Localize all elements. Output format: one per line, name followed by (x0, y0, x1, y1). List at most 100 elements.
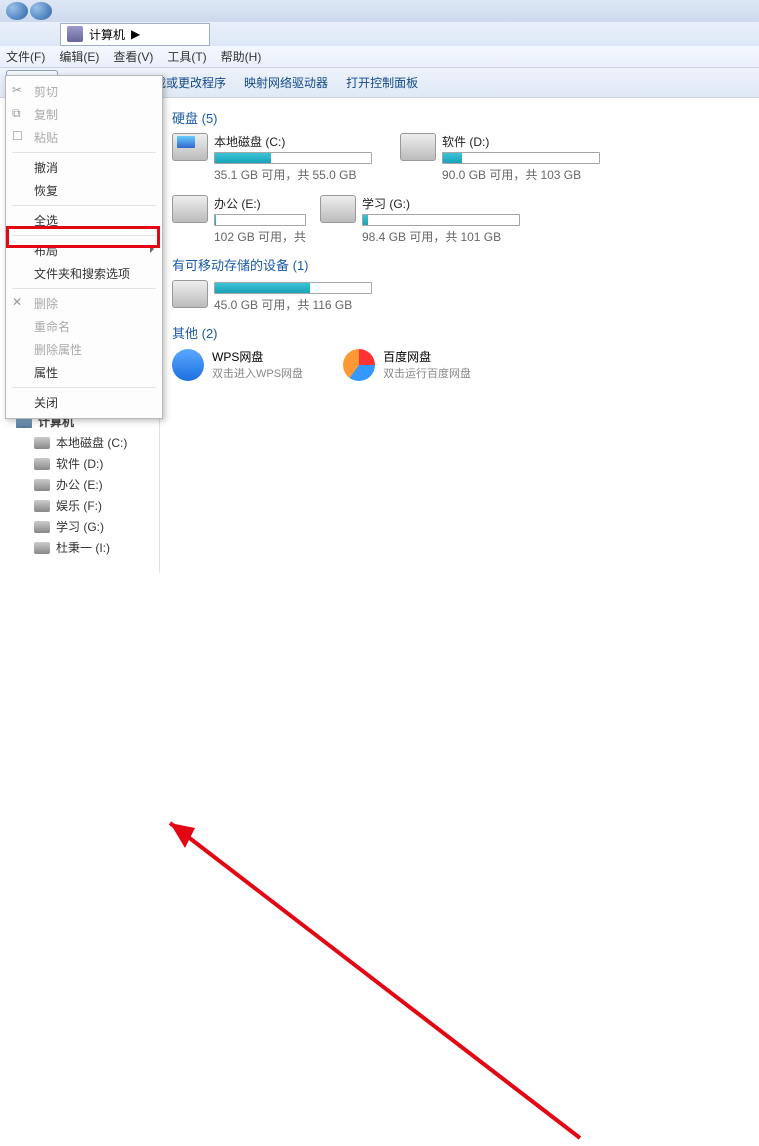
wps-cloud-icon (172, 349, 204, 381)
drive-usage-bar (214, 214, 306, 226)
sidebar-item-label: 办公 (E:) (56, 476, 103, 493)
address-field[interactable]: 计算机 ▶ (60, 23, 210, 46)
sidebar-item-drive-i[interactable]: 杜秉一 (I:) (16, 537, 159, 558)
sidebar-item-label: 本地磁盘 (C:) (56, 434, 127, 451)
other-title: 百度网盘 (383, 348, 471, 365)
menu-item-cut[interactable]: ✂ 剪切 (6, 80, 162, 103)
menu-edit[interactable]: 编辑(E) (59, 48, 99, 65)
menu-help[interactable]: 帮助(H) (221, 48, 262, 65)
other-subtitle: 双击进入WPS网盘 (212, 365, 303, 381)
menu-separator (12, 152, 156, 153)
sidebar-item-drive-f[interactable]: 娱乐 (F:) (16, 495, 159, 516)
menu-item-redo[interactable]: 恢复 (6, 179, 162, 202)
sidebar-item-drive-g[interactable]: 学习 (G:) (16, 516, 159, 537)
drive-subtext: 102 GB 可用，共 (214, 228, 306, 245)
other-subtitle: 双击运行百度网盘 (383, 365, 471, 381)
drive-icon (34, 458, 50, 470)
menu-file[interactable]: 文件(F) (6, 48, 45, 65)
drive-name: 办公 (E:) (214, 195, 306, 212)
menu-separator (12, 235, 156, 236)
menu-item-delete[interactable]: ✕ 删除 (6, 292, 162, 315)
copy-icon: ⧉ (12, 106, 26, 120)
drive-icon (34, 479, 50, 491)
menu-item-copy[interactable]: ⧉ 复制 (6, 103, 162, 126)
annotation-arrow (0, 573, 759, 1146)
drive-name: 本地磁盘 (C:) (214, 133, 372, 150)
delete-icon: ✕ (12, 295, 26, 309)
open-control-panel-link[interactable]: 打开控制面板 (346, 74, 418, 91)
drive-item[interactable]: 办公 (E:) 102 GB 可用，共 (172, 195, 292, 245)
drive-subtext: 35.1 GB 可用，共 55.0 GB (214, 166, 372, 183)
menu-item-paste[interactable]: ☐ 粘贴 (6, 126, 162, 149)
menu-separator (12, 205, 156, 206)
drive-subtext: 45.0 GB 可用，共 116 GB (214, 296, 372, 313)
drive-usage-bar (362, 214, 520, 226)
menu-item-label: 粘贴 (34, 131, 58, 145)
map-network-drive-link[interactable]: 映射网络驱动器 (244, 74, 328, 91)
sidebar-item-label: 学习 (G:) (56, 518, 104, 535)
drive-item[interactable]: 学习 (G:) 98.4 GB 可用，共 101 GB (320, 195, 520, 245)
menu-item-remove-properties[interactable]: 删除属性 (6, 338, 162, 361)
drive-usage-bar (214, 152, 372, 164)
paste-icon: ☐ (12, 129, 26, 143)
drive-name: 软件 (D:) (442, 133, 600, 150)
menu-item-label: 剪切 (34, 85, 58, 99)
address-bar: 计算机 ▶ (0, 22, 759, 46)
menu-separator (12, 288, 156, 289)
drive-item[interactable]: 45.0 GB 可用，共 116 GB (172, 280, 372, 313)
drive-icon (172, 133, 208, 161)
menu-item-label: 复制 (34, 108, 58, 122)
menu-separator (12, 387, 156, 388)
menu-view[interactable]: 查看(V) (113, 48, 153, 65)
drive-icon (172, 280, 208, 308)
window-titlebar (0, 0, 759, 22)
cut-icon: ✂ (12, 83, 26, 97)
menu-item-label: 布局 (34, 244, 58, 258)
drive-icon (34, 500, 50, 512)
menu-item-folder-search-options[interactable]: 文件夹和搜索选项 (6, 262, 162, 285)
other-item-baidu[interactable]: 百度网盘 双击运行百度网盘 (343, 348, 471, 381)
menu-item-undo[interactable]: 撤消 (6, 156, 162, 179)
drive-subtext: 90.0 GB 可用，共 103 GB (442, 166, 600, 183)
menu-item-properties[interactable]: 属性 (6, 361, 162, 384)
section-hdd-title[interactable]: 硬盘 (5) (172, 108, 747, 127)
drive-icon (34, 542, 50, 554)
other-item-wps[interactable]: WPS网盘 双击进入WPS网盘 (172, 348, 303, 381)
menu-bar: 文件(F) 编辑(E) 查看(V) 工具(T) 帮助(H) (0, 46, 759, 68)
drive-item[interactable]: 软件 (D:) 90.0 GB 可用，共 103 GB (400, 133, 600, 183)
organize-menu: ✂ 剪切 ⧉ 复制 ☐ 粘贴 撤消 恢复 全选 布局 文件夹和搜索选项 ✕ 删除 重命名… (5, 75, 163, 419)
menu-item-select-all[interactable]: 全选 (6, 209, 162, 232)
baidu-cloud-icon (343, 349, 375, 381)
sidebar-item-drive-c[interactable]: 本地磁盘 (C:) (16, 432, 159, 453)
content-pane: 硬盘 (5) 本地磁盘 (C:) 35.1 GB 可用，共 55.0 GB 软件… (160, 98, 759, 573)
drive-icon (320, 195, 356, 223)
section-others-title[interactable]: 其他 (2) (172, 323, 747, 342)
menu-item-layout[interactable]: 布局 (6, 239, 162, 262)
sidebar-item-label: 娱乐 (F:) (56, 497, 102, 514)
section-removable-title[interactable]: 有可移动存储的设备 (1) (172, 255, 747, 274)
drive-item[interactable]: 本地磁盘 (C:) 35.1 GB 可用，共 55.0 GB (172, 133, 372, 183)
sidebar-item-label: 杜秉一 (I:) (56, 539, 110, 556)
drive-icon (172, 195, 208, 223)
menu-item-close[interactable]: 关闭 (6, 391, 162, 414)
drive-subtext: 98.4 GB 可用，共 101 GB (362, 228, 520, 245)
submenu-arrow-icon (150, 245, 154, 253)
drive-icon (34, 437, 50, 449)
address-separator: ▶ (131, 27, 140, 41)
sidebar-item-drive-e[interactable]: 办公 (E:) (16, 474, 159, 495)
menu-tools[interactable]: 工具(T) (167, 48, 206, 65)
drive-name: 学习 (G:) (362, 195, 520, 212)
drive-icon (34, 521, 50, 533)
menu-item-label: 删除 (34, 297, 58, 311)
drive-usage-bar (442, 152, 600, 164)
drive-usage-bar (214, 282, 372, 294)
address-location: 计算机 (89, 26, 125, 43)
nav-back-button[interactable] (6, 2, 28, 20)
nav-forward-button[interactable] (30, 2, 52, 20)
sidebar-item-label: 软件 (D:) (56, 455, 103, 472)
sidebar-item-drive-d[interactable]: 软件 (D:) (16, 453, 159, 474)
menu-item-rename[interactable]: 重命名 (6, 315, 162, 338)
other-title: WPS网盘 (212, 348, 303, 365)
computer-icon (67, 26, 83, 42)
drive-icon (400, 133, 436, 161)
